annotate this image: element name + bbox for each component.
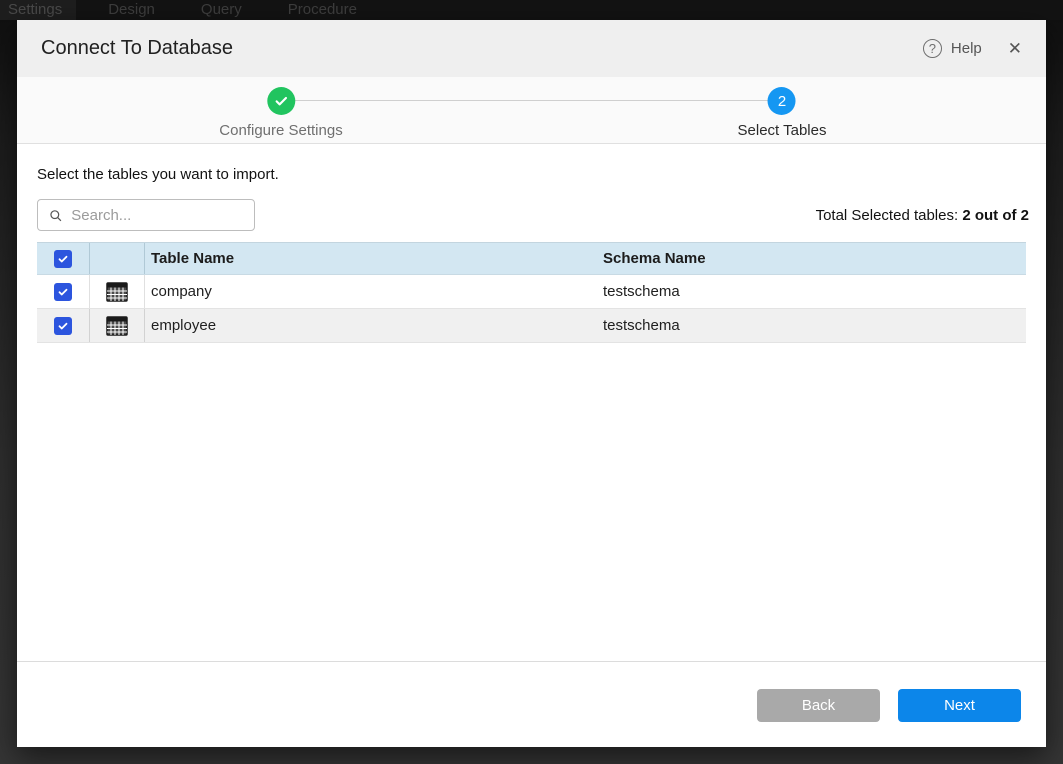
cell-schema-name: testschema <box>597 275 1026 308</box>
search-box[interactable] <box>37 199 255 231</box>
stepper-connector-line <box>281 100 782 101</box>
row-checkbox[interactable] <box>54 283 72 301</box>
tables-list: Table Name Schema Name <box>37 242 1026 343</box>
table-row-company[interactable]: company testschema <box>37 275 1026 309</box>
table-header-row: Table Name Schema Name <box>37 242 1026 275</box>
top-tab-procedure[interactable]: Procedure <box>274 0 371 20</box>
dialog-footer: Back Next <box>17 661 1046 747</box>
table-row-employee[interactable]: employee testschema <box>37 309 1026 343</box>
close-icon[interactable]: ✕ <box>1008 40 1022 57</box>
connect-to-database-dialog: Connect To Database ? Help ✕ Configure S… <box>17 20 1046 747</box>
icon-column-header <box>90 243 145 274</box>
help-button[interactable]: ? Help <box>923 39 982 58</box>
step2-number-badge: 2 <box>768 87 796 115</box>
top-tab-settings[interactable]: Settings <box>0 0 76 20</box>
cell-table-name: employee <box>145 309 597 342</box>
column-header-schema-name: Schema Name <box>597 243 1026 274</box>
step1-complete-check-icon <box>267 87 295 115</box>
top-tab-design[interactable]: Design <box>94 0 169 20</box>
cell-table-name: company <box>145 275 597 308</box>
table-icon <box>106 316 128 336</box>
summary-count: 2 out of 2 <box>962 207 1029 224</box>
search-input[interactable] <box>71 207 243 224</box>
dialog-header: Connect To Database ? Help ✕ <box>17 20 1046 77</box>
dialog-title: Connect To Database <box>41 37 233 60</box>
next-button[interactable]: Next <box>898 689 1021 722</box>
step-select-tables: 2 Select Tables <box>738 77 827 139</box>
dialog-content: Select the tables you want to import. To… <box>17 145 1046 343</box>
cell-schema-name: testschema <box>597 309 1026 342</box>
table-icon <box>106 282 128 302</box>
summary-label: Total Selected tables: <box>816 207 963 224</box>
wizard-stepper: Configure Settings 2 Select Tables <box>17 77 1046 144</box>
help-icon: ? <box>923 39 942 58</box>
help-label: Help <box>951 40 982 57</box>
row-checkbox[interactable] <box>54 317 72 335</box>
top-menu-bar: Settings Design Query Procedure <box>0 0 1063 20</box>
select-all-checkbox[interactable] <box>54 250 72 268</box>
top-tab-query[interactable]: Query <box>187 0 256 20</box>
step-configure-settings: Configure Settings <box>219 77 342 139</box>
step1-label: Configure Settings <box>219 122 342 139</box>
selected-tables-summary: Total Selected tables: 2 out of 2 <box>816 207 1029 224</box>
back-button[interactable]: Back <box>757 689 880 722</box>
instruction-text: Select the tables you want to import. <box>37 166 1026 183</box>
search-icon <box>49 208 62 223</box>
column-header-table-name: Table Name <box>145 243 597 274</box>
step2-label: Select Tables <box>738 122 827 139</box>
